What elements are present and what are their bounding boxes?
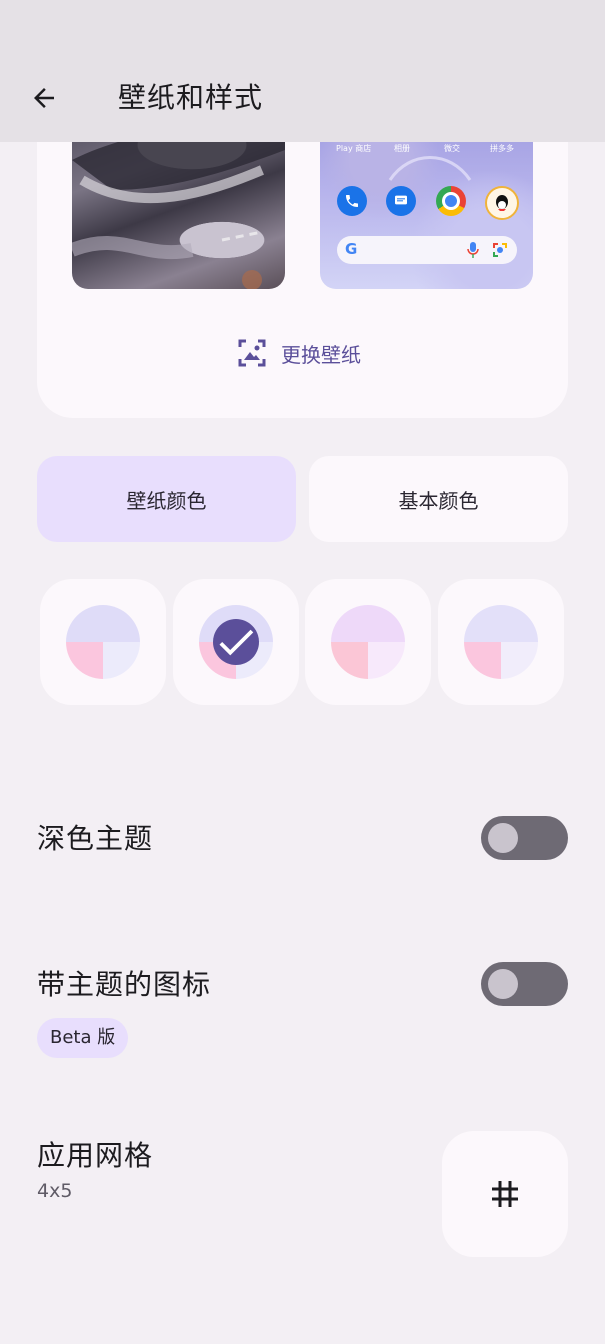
color-option-3[interactable] — [305, 579, 431, 705]
themed-icons-toggle[interactable] — [481, 962, 568, 1006]
check-icon — [219, 629, 254, 656]
home-screen-artwork — [388, 156, 472, 181]
wallpaper-preview-card: Play 商店 相册 微交 拼多多 G 更换壁纸 — [37, 100, 568, 418]
selected-check — [213, 619, 259, 665]
app-grid-button[interactable] — [442, 1131, 568, 1257]
color-swatch-icon — [331, 605, 405, 679]
toggle-knob — [488, 823, 518, 853]
grid-icon — [492, 1181, 518, 1207]
tab-label: 基本颜色 — [398, 488, 479, 513]
toggle-knob — [488, 969, 518, 999]
beta-badge: Beta 版 — [37, 1018, 129, 1058]
arrow-back-icon — [34, 88, 54, 108]
themed-icons-label: 带主题的图标 — [37, 968, 212, 1001]
google-g-icon: G — [345, 240, 358, 258]
app-grid-value: 4x5 — [37, 1180, 73, 1202]
tab-label: 壁纸颜色 — [126, 488, 207, 513]
top-app-bar: 壁纸和样式 — [0, 0, 605, 142]
phone-app-icon — [337, 186, 367, 216]
color-swatch-icon — [464, 605, 538, 679]
qq-app-icon — [485, 186, 519, 220]
dark-theme-toggle[interactable] — [481, 816, 568, 860]
color-option-1[interactable] — [40, 579, 166, 705]
app-grid-label: 应用网格 — [37, 1139, 154, 1172]
dark-theme-label: 深色主题 — [37, 822, 154, 855]
tab-basic-colors[interactable]: 基本颜色 — [309, 456, 568, 542]
lens-icon — [493, 243, 507, 257]
change-wallpaper-label: 更换壁纸 — [281, 342, 361, 367]
home-app-label: 拼多多 — [490, 144, 514, 153]
color-option-2[interactable] — [173, 579, 299, 705]
home-app-label: Play 商店 — [336, 144, 372, 153]
change-wallpaper-button[interactable]: 更换壁纸 — [237, 338, 361, 368]
messages-app-icon — [386, 186, 416, 216]
mic-icon — [467, 242, 479, 258]
google-search-bar: G — [337, 236, 517, 264]
chrome-app-icon — [436, 186, 466, 216]
tab-wallpaper-colors[interactable]: 壁纸颜色 — [37, 456, 296, 542]
back-button[interactable] — [22, 76, 66, 120]
color-option-4[interactable] — [438, 579, 564, 705]
color-swatch-icon — [66, 605, 140, 679]
page-title: 壁纸和样式 — [118, 81, 264, 114]
wallpaper-change-icon — [238, 339, 266, 367]
